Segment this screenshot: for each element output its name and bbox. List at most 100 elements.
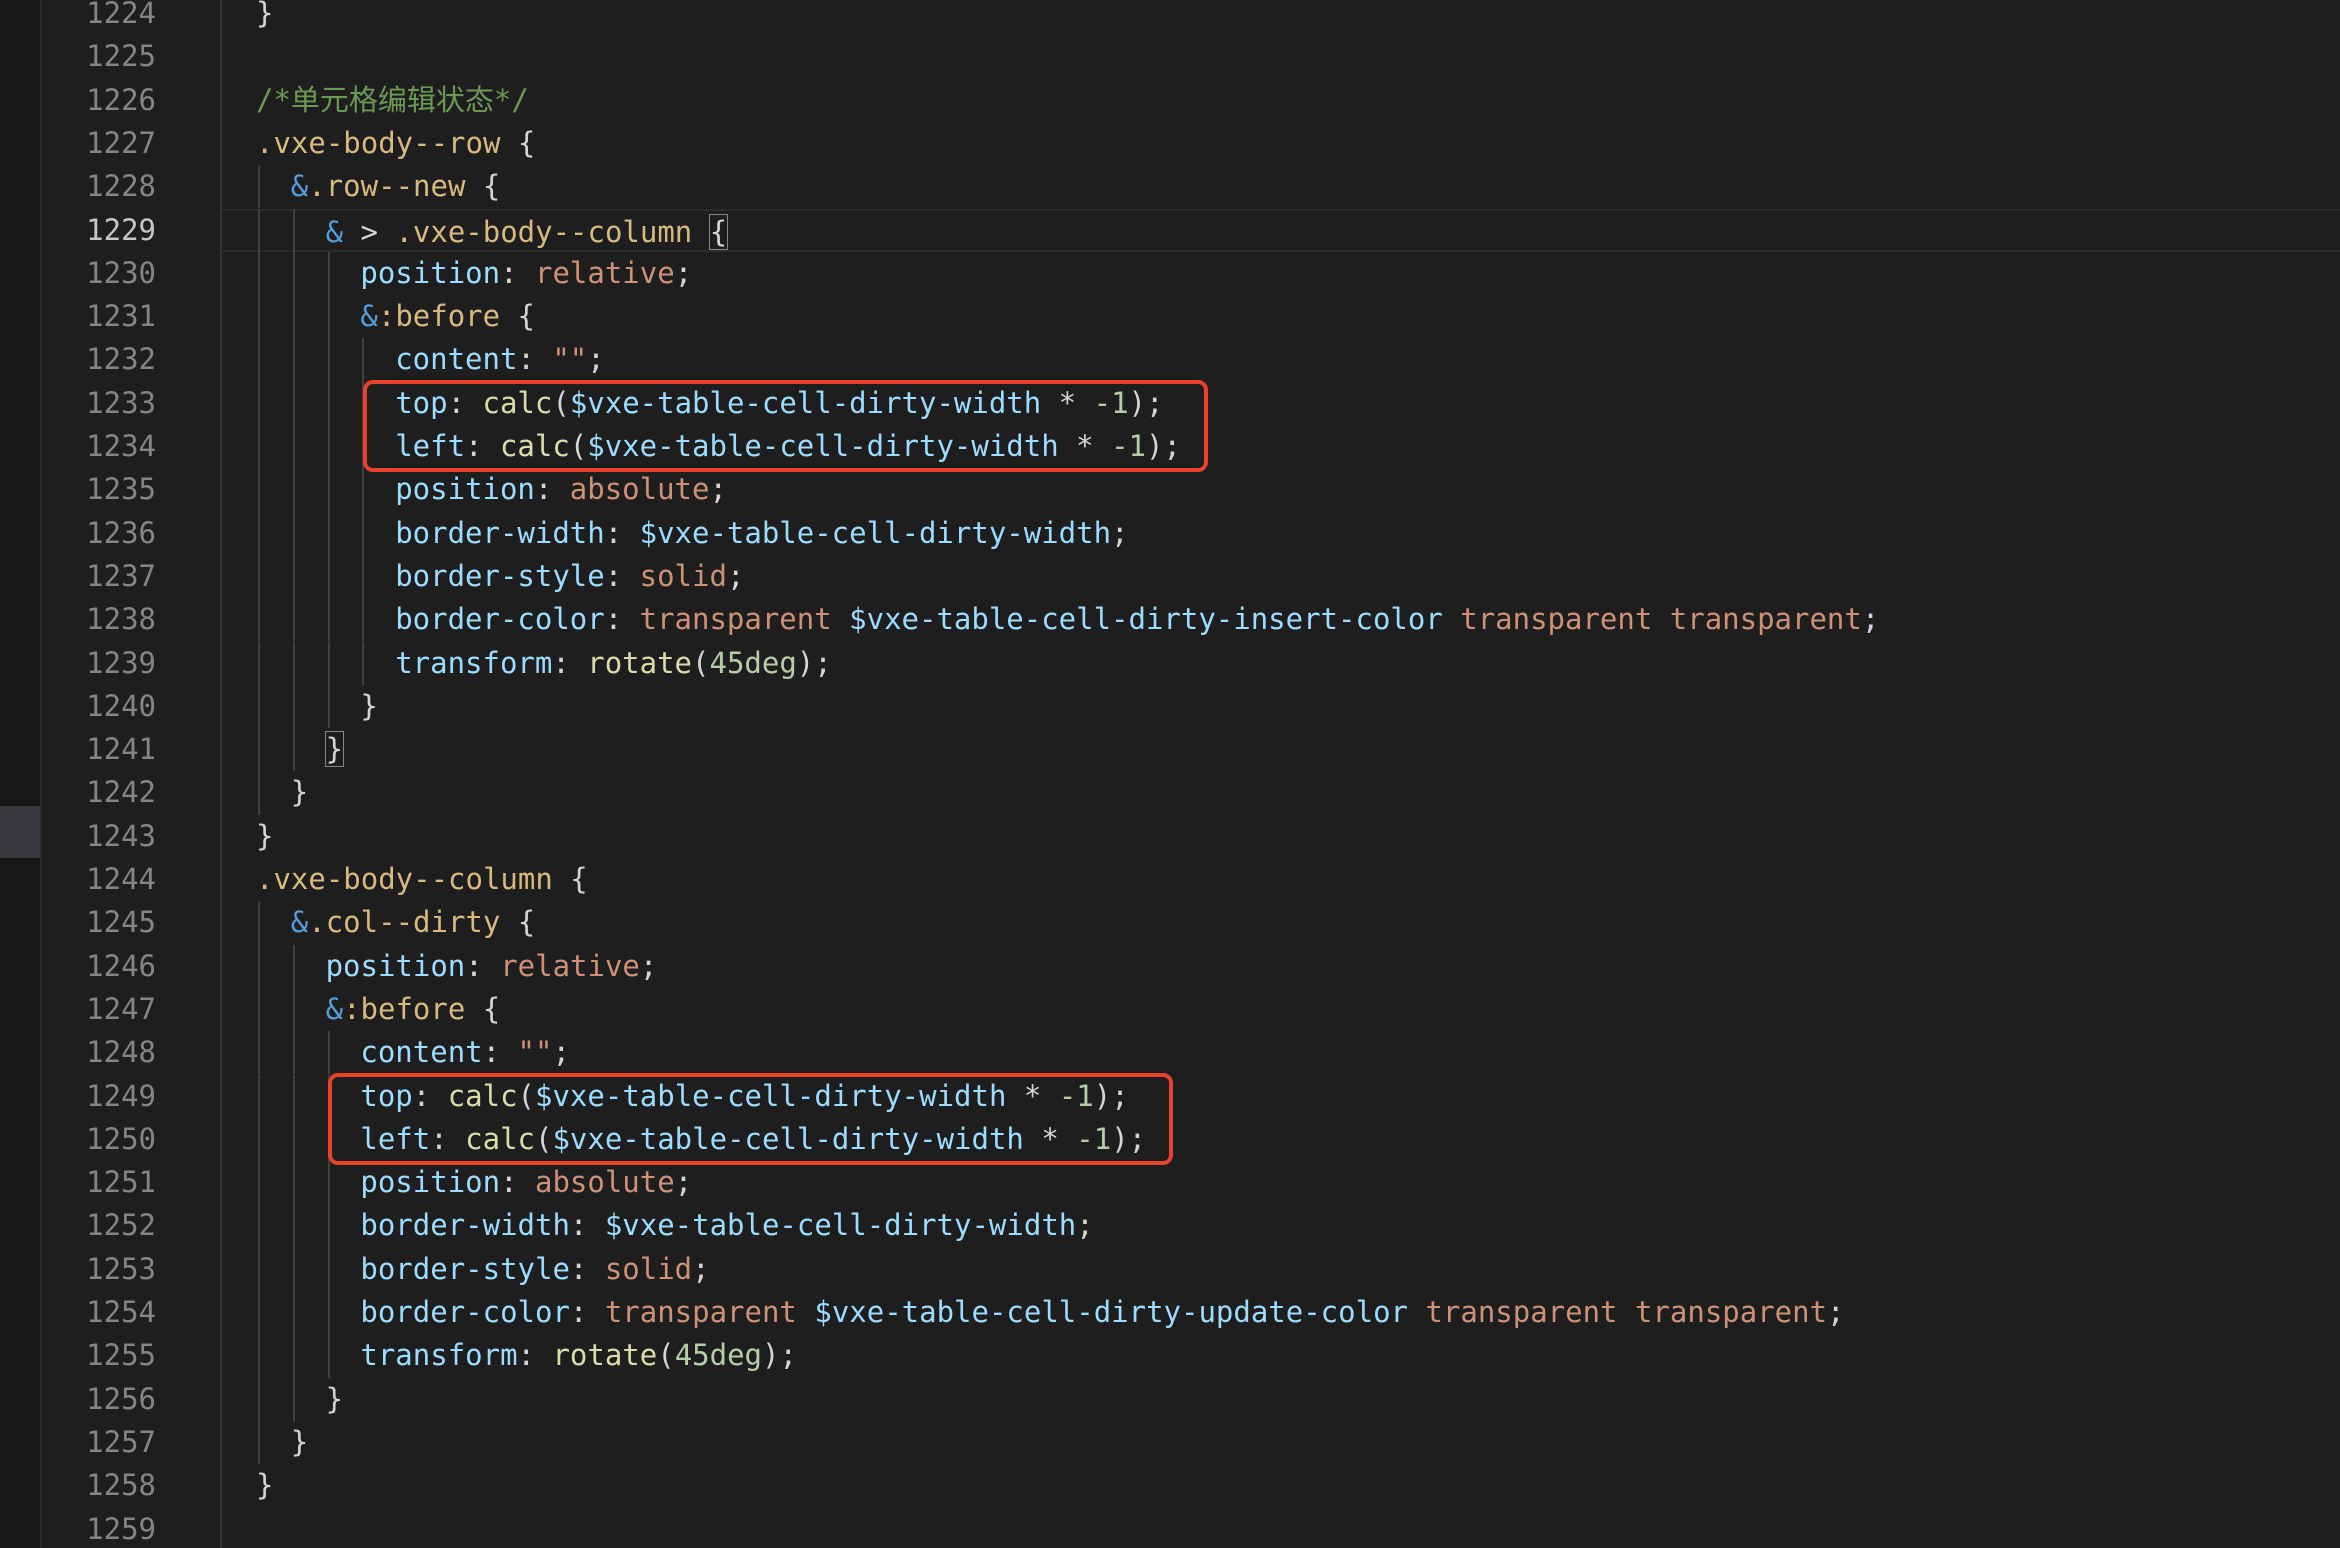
line-number-gutter: 1224 1225 1226 1227 1228 1229 1230 1231 1232 1233… xyxy=(42,0,222,1548)
indent-guide xyxy=(258,511,260,555)
code-line[interactable]: border-width: $vxe-table-cell-dirty-widt… xyxy=(222,1204,2340,1247)
code-token: { xyxy=(552,862,588,896)
indent-guide xyxy=(327,1247,330,1291)
indent-guide xyxy=(362,641,365,685)
code-token: & xyxy=(290,905,309,940)
indent-guide xyxy=(258,338,260,382)
code-line[interactable]: & > .vxe-body--column { xyxy=(222,208,2340,252)
code-token: position xyxy=(360,255,501,290)
activity-indicator xyxy=(0,806,40,858)
code-line[interactable]: &:before { xyxy=(222,295,2340,338)
indent-guide xyxy=(292,1031,295,1075)
code-line[interactable]: .vxe-body--column { xyxy=(222,858,2340,901)
code-token: : xyxy=(604,602,640,637)
indent-guide xyxy=(292,684,295,729)
code-token: 45deg xyxy=(674,1338,762,1373)
code-line[interactable]: border-style: solid; xyxy=(222,555,2340,598)
indent-guide xyxy=(258,1161,260,1205)
line-number: 1246 xyxy=(86,948,156,983)
code-token: ; xyxy=(709,472,727,507)
code-token: "" xyxy=(517,1035,553,1070)
code-token: : xyxy=(465,948,501,983)
line-number: 1244 xyxy=(86,862,156,896)
code-line[interactable]: border-color: transparent $vxe-table-cel… xyxy=(222,1291,2340,1334)
code-line[interactable]: border-style: solid; xyxy=(222,1248,2340,1291)
code-token: } xyxy=(256,0,274,30)
indent-guide xyxy=(258,1377,260,1421)
line-number: 1226 xyxy=(86,82,156,117)
line-number: 1238 xyxy=(86,602,156,637)
code-token: ; xyxy=(1076,1208,1094,1243)
code-line[interactable]: position: absolute; xyxy=(222,1161,2340,1204)
indent-guide xyxy=(292,1074,295,1118)
indent-guide xyxy=(258,554,260,599)
code-token: border-color xyxy=(360,1295,570,1329)
code-token: content xyxy=(360,1035,483,1070)
code-line[interactable]: position: absolute; xyxy=(222,468,2340,511)
code-token: position xyxy=(325,948,466,983)
code-token: ( xyxy=(692,645,710,680)
code-token: transform xyxy=(395,645,553,680)
code-line[interactable]: } xyxy=(222,815,2340,858)
code-line[interactable]: &.col--dirty { xyxy=(222,901,2340,944)
code-line[interactable]: transform: rotate(45deg); xyxy=(222,1334,2340,1377)
code-line[interactable]: position: relative; xyxy=(222,252,2340,295)
code-line[interactable]: border-color: transparent $vxe-table-cel… xyxy=(222,598,2340,641)
line-number: 1229 xyxy=(86,212,156,247)
indent-guide xyxy=(292,1117,295,1162)
code-token: { xyxy=(500,905,536,940)
code-line[interactable] xyxy=(222,35,2340,78)
indent-guide xyxy=(258,1074,260,1118)
line-number: 1245 xyxy=(86,905,156,940)
code-line[interactable]: &:before { xyxy=(222,988,2340,1031)
indent-guide xyxy=(292,1291,295,1335)
code-line[interactable]: &.row--new { xyxy=(222,165,2340,208)
line-number: 1224 xyxy=(86,0,156,30)
indent-guide xyxy=(292,1204,295,1248)
code-area[interactable]: }/*单元格编辑状态*/.vxe-body--row {&.row--new {… xyxy=(222,0,2340,1548)
code-line[interactable]: content: ""; xyxy=(222,338,2340,381)
indent-guide xyxy=(292,554,295,599)
code-token: transform xyxy=(360,1338,518,1373)
code-token: relative xyxy=(500,948,640,983)
code-line[interactable]: } xyxy=(222,728,2340,771)
indent-guide xyxy=(258,598,260,642)
code-line[interactable]: transform: rotate(45deg); xyxy=(222,642,2340,685)
line-number: 1249 xyxy=(86,1078,156,1113)
code-line[interactable]: /*单元格编辑状态*/ xyxy=(222,79,2340,122)
code-line[interactable]: position: relative; xyxy=(222,945,2340,988)
code-line[interactable] xyxy=(222,1508,2340,1548)
line-number: 1251 xyxy=(86,1165,156,1200)
line-number: 1236 xyxy=(86,515,156,550)
code-token: .vxe-body--column xyxy=(256,862,553,896)
code-line[interactable]: } xyxy=(222,1378,2340,1421)
line-number: 1253 xyxy=(86,1251,156,1286)
indent-guide xyxy=(292,1377,295,1421)
code-line[interactable]: } xyxy=(222,771,2340,814)
code-token: > xyxy=(343,214,396,249)
code-line[interactable]: border-width: $vxe-table-cell-dirty-widt… xyxy=(222,512,2340,555)
indent-guide xyxy=(258,641,260,685)
indent-guide xyxy=(292,1247,295,1291)
indent-guide xyxy=(258,684,260,729)
line-number: 1225 xyxy=(86,39,156,74)
code-token: rotate xyxy=(552,1338,658,1373)
indent-guide xyxy=(362,468,365,512)
code-line[interactable]: .vxe-body--row { xyxy=(222,122,2340,165)
code-line[interactable]: content: ""; xyxy=(222,1031,2340,1074)
code-line[interactable]: } xyxy=(222,0,2340,35)
code-token: ; xyxy=(674,1165,693,1200)
code-token: & xyxy=(325,214,344,249)
code-editor[interactable]: 1224 1225 1226 1227 1228 1229 1230 1231 1232 1233… xyxy=(0,0,2340,1548)
code-line[interactable]: } xyxy=(222,1464,2340,1507)
code-line[interactable]: } xyxy=(222,1421,2340,1464)
line-number: 1237 xyxy=(86,558,156,593)
code-token: { xyxy=(500,299,535,334)
code-token: { xyxy=(708,213,729,250)
code-line[interactable]: } xyxy=(222,685,2340,728)
indent-guide xyxy=(327,1031,330,1075)
code-token: .row--new xyxy=(308,169,466,204)
indent-guide xyxy=(327,1204,330,1248)
